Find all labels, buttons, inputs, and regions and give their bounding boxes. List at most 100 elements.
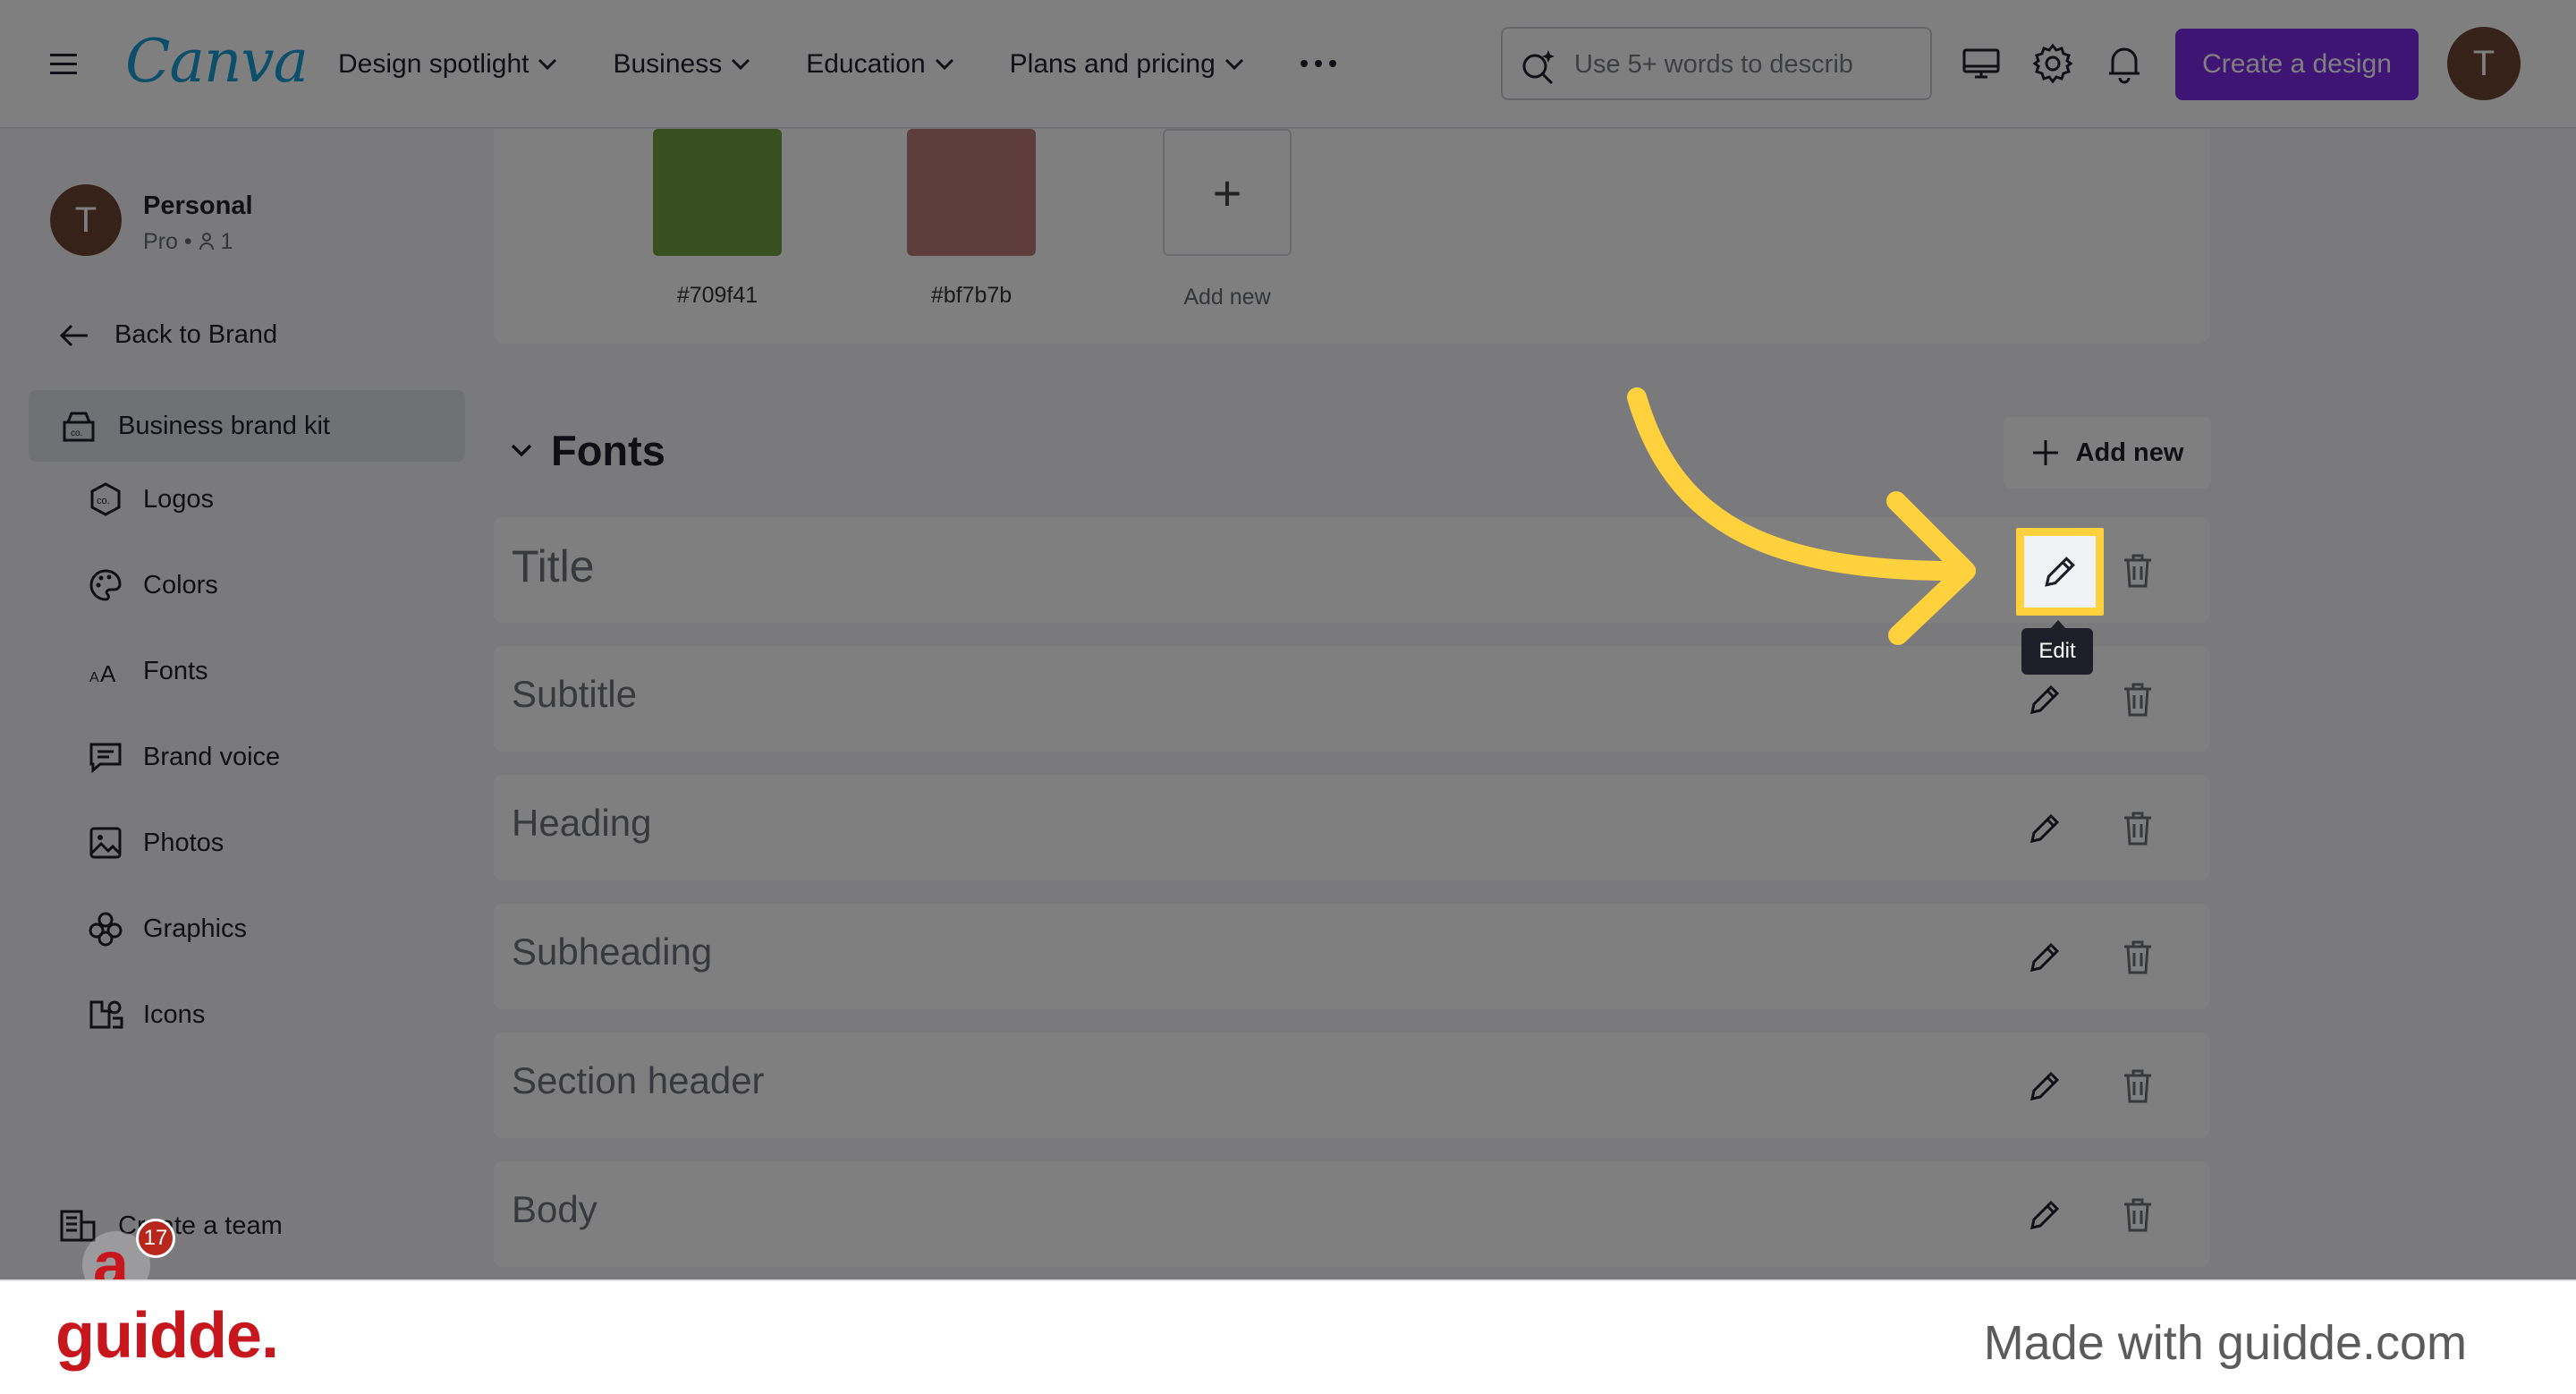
delete-button[interactable] xyxy=(2113,1061,2163,1111)
sidebar-item-fonts[interactable]: AA Fonts xyxy=(86,651,208,691)
settings-gear-icon[interactable] xyxy=(2030,41,2075,86)
pencil-icon xyxy=(2045,557,2075,587)
sidebar-item-logos[interactable]: co. Logos xyxy=(86,480,214,519)
search-input[interactable] xyxy=(1574,45,1914,84)
profile-plan: Pro xyxy=(143,229,178,254)
edit-button[interactable] xyxy=(2020,803,2070,854)
photo-icon xyxy=(86,823,125,863)
nav-plans-pricing[interactable]: Plans and pricing xyxy=(1010,47,1244,82)
fonts-section-header[interactable]: Fonts xyxy=(510,426,665,475)
nav-label: Plans and pricing xyxy=(1009,49,1216,79)
nav-education[interactable]: Education xyxy=(806,47,953,82)
arrow-left-icon xyxy=(59,324,88,346)
trash-icon xyxy=(2124,1069,2151,1103)
canva-app: Canva Design spotlight Business Educatio… xyxy=(0,0,2576,1279)
sidebar-item-icons[interactable]: Icons xyxy=(86,995,205,1034)
add-font-label: Add new xyxy=(2075,438,2184,467)
color-swatch[interactable] xyxy=(653,129,782,256)
sidebar-item-brand-voice[interactable]: Brand voice xyxy=(86,737,280,777)
magic-search-icon xyxy=(1522,50,1555,85)
fonts-icon: AA xyxy=(86,651,125,691)
edit-button[interactable] xyxy=(2020,932,2070,982)
add-font-button[interactable]: Add new xyxy=(2004,417,2211,489)
plus-icon xyxy=(2032,440,2058,465)
pencil-icon xyxy=(2030,813,2060,843)
font-row-subheading: Subheading xyxy=(494,904,2209,1009)
more-options-icon[interactable] xyxy=(1299,50,1338,77)
trash-icon xyxy=(2124,812,2151,846)
delete-button[interactable] xyxy=(2113,546,2163,596)
profile-avatar[interactable]: T xyxy=(50,184,122,256)
desktop-app-icon[interactable] xyxy=(1959,41,2004,86)
separator-dot: • xyxy=(183,229,199,254)
font-row-label: Title xyxy=(512,541,595,591)
chevron-down-icon xyxy=(1224,58,1243,71)
edit-tooltip: Edit xyxy=(2021,620,2093,675)
plus-icon: + xyxy=(1212,164,1242,221)
tutorial-arrow-icon xyxy=(1627,387,1976,645)
sidebar-item-label: Logos xyxy=(143,484,215,514)
user-avatar[interactable]: T xyxy=(2447,27,2521,100)
nav-design-spotlight[interactable]: Design spotlight xyxy=(338,47,557,82)
svg-text:co.: co. xyxy=(97,496,110,506)
nav-label: Education xyxy=(806,49,926,79)
edit-button[interactable] xyxy=(2020,1061,2070,1111)
profile-meta: Pro • 1 xyxy=(143,229,233,255)
hamburger-menu-icon[interactable] xyxy=(47,47,82,82)
delete-button[interactable] xyxy=(2113,803,2163,854)
profile-name[interactable]: Personal xyxy=(143,191,253,221)
create-design-button[interactable]: Create a design xyxy=(2175,29,2419,100)
guidde-logo: guidde. xyxy=(55,1300,279,1372)
trash-icon xyxy=(2124,683,2151,717)
nav-business[interactable]: Business xyxy=(613,47,750,82)
edit-button[interactable] xyxy=(2020,1190,2070,1240)
pencil-icon xyxy=(2030,942,2060,972)
pencil-icon xyxy=(2030,1200,2060,1229)
sidebar-item-photos[interactable]: Photos xyxy=(86,823,224,863)
brand-colors-panel: #709f41 #bf7b7b + Add new xyxy=(494,129,2209,344)
sidebar-item-colors[interactable]: Colors xyxy=(86,565,218,605)
delete-button[interactable] xyxy=(2113,675,2163,725)
svg-text:a: a xyxy=(93,1229,130,1279)
add-color-label: Add new xyxy=(1183,285,1271,310)
icons-icon xyxy=(86,995,125,1034)
sidebar-item-business-brand-kit[interactable]: co. Business brand kit xyxy=(29,390,465,462)
edit-button[interactable] xyxy=(2020,675,2070,725)
add-color-button[interactable]: + xyxy=(1163,129,1292,256)
delete-button[interactable] xyxy=(2113,932,2163,982)
search-box[interactable] xyxy=(1501,27,1932,100)
delete-button[interactable] xyxy=(2113,1190,2163,1240)
main-nav: Design spotlight Business Education Plan… xyxy=(338,47,1300,82)
brand-voice-icon xyxy=(86,737,125,777)
notifications-bell-icon[interactable] xyxy=(2102,41,2147,86)
highlighted-edit-button[interactable] xyxy=(2016,528,2104,616)
sidebar-item-label: Icons xyxy=(143,999,206,1029)
font-row-label: Heading xyxy=(512,802,652,844)
chevron-down-icon xyxy=(511,444,532,456)
nav-label: Business xyxy=(613,49,723,79)
palette-icon xyxy=(86,565,125,605)
font-row-subtitle: Subtitle xyxy=(494,646,2209,752)
pencil-icon xyxy=(2030,684,2060,714)
pencil-icon xyxy=(2030,1071,2060,1101)
trash-icon xyxy=(2124,1198,2151,1232)
font-row-label: Body xyxy=(512,1188,597,1230)
nav-label: Design spotlight xyxy=(338,49,530,79)
color-swatch[interactable] xyxy=(907,129,1036,256)
top-bar: Canva Design spotlight Business Educatio… xyxy=(0,0,2576,129)
brand-kit-label: Business brand kit xyxy=(118,411,330,440)
trash-icon xyxy=(2124,940,2151,974)
guidde-footer: guidde. Made with guidde.com xyxy=(0,1279,2576,1394)
canva-logo[interactable]: Canva xyxy=(125,27,309,96)
person-icon xyxy=(199,233,214,251)
font-row-label: Section header xyxy=(512,1059,765,1101)
svg-text:A: A xyxy=(89,670,99,685)
back-to-brand-link[interactable]: Back to Brand xyxy=(59,320,277,350)
trash-icon xyxy=(2124,554,2151,588)
sidebar-item-graphics[interactable]: Graphics xyxy=(86,909,247,948)
font-row-body: Body xyxy=(494,1161,2209,1267)
svg-text:co.: co. xyxy=(71,429,82,438)
svg-text:A: A xyxy=(100,660,116,687)
made-with-text: Made with guidde.com xyxy=(1983,1316,2467,1370)
profile-members: 1 xyxy=(220,229,233,254)
